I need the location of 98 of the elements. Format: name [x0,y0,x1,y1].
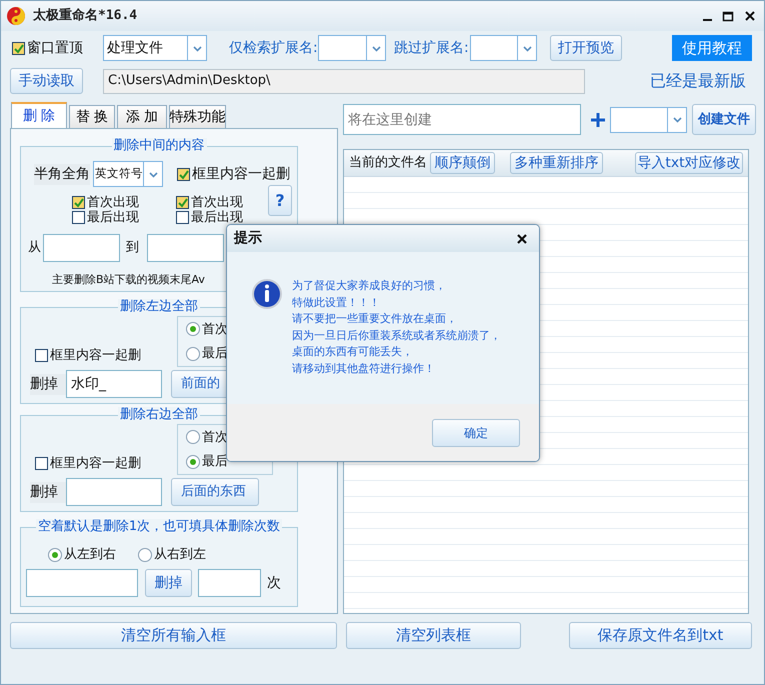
input-field[interactable] [66,478,162,506]
bottom-button[interactable]: 保存原文件名到txt [569,622,752,649]
radio-button[interactable] [48,548,62,562]
dropdown[interactable]: 英文符号 [93,161,163,187]
field-label: 半角全角 [34,164,90,184]
checkbox[interactable] [35,348,48,362]
input-field[interactable] [26,569,138,597]
dropdown[interactable] [470,35,537,61]
message-line: 桌面的东西有可能丢失， [292,344,414,360]
checkbox[interactable] [176,196,189,209]
field-label: 从 [28,239,41,258]
list-button[interactable]: 导入txt对应修改 [635,152,743,174]
radio-button[interactable] [186,346,200,361]
radio-label: 从左到右 [64,547,116,562]
preview-button[interactable]: 打开预览 [550,35,622,61]
radio-label: 最后 [202,346,228,362]
unit-label: 次 [267,574,281,592]
radio-label: 首次 [202,322,228,337]
bottom-button[interactable]: 清空列表框 [346,622,521,649]
version-status: 已经是最新版 [650,70,746,92]
bottom-button[interactable]: 清空所有输入框 [10,622,337,649]
input-field[interactable] [147,234,224,262]
chevron-down-icon [148,170,158,178]
tab[interactable]: 特殊功能 [169,105,226,128]
radio-label: 首次 [202,430,228,445]
check-icon [177,197,188,208]
message-line: 特做此设置！！！ [292,294,381,310]
checkbox[interactable] [177,168,190,180]
list-button[interactable]: 多种重新排序 [510,152,603,174]
create-field[interactable]: 将在这里创建 [343,104,581,135]
ok-button[interactable]: 确定 [432,418,520,446]
window-title: 太极重命名*16.4 [33,6,138,26]
message-line: 请不要把一些重要文件放在桌面， [292,311,458,327]
dropdown[interactable]: 处理文件 [103,35,207,61]
input-field[interactable] [43,234,120,262]
checkbox-label: 最后出现 [191,210,243,225]
read-button[interactable]: 手动读取 [10,68,83,94]
tutorial-button[interactable]: 使用教程 [672,35,752,61]
checkbox-label: 框里内容一起删 [50,348,141,362]
radio-button[interactable] [186,430,200,444]
note-text: 主要删除B站下载的视频末尾Av [52,272,206,288]
checkbox[interactable] [35,456,48,470]
count-field[interactable] [198,569,261,597]
checkbox-label: 窗口置顶 [27,40,83,56]
dropdown[interactable] [318,35,386,61]
group-title: 删除中间的内容 [112,138,206,153]
group-title: 空着默认是删除1次，也可填具体删除次数 [36,519,282,534]
radio-button[interactable] [186,322,200,336]
checkbox-label: 首次出现 [87,195,139,210]
message-line: 因为一旦日后你重装系统或者系统崩溃了， [292,328,501,344]
tab[interactable]: 替 换 [69,105,115,128]
check-icon [178,168,189,180]
checkbox[interactable] [12,42,25,54]
check-icon [13,42,24,54]
chevron-down-icon [672,115,682,124]
field-label: 跳过扩展名: [394,38,470,58]
list-button[interactable]: 顺序颠倒 [430,152,495,174]
close-icon [744,10,756,22]
checkbox-label: 框里内容一起删 [50,456,141,470]
chevron-down-icon [522,44,532,52]
column-header: 当前的文件名 [349,154,427,172]
yin-yang-icon [6,6,26,26]
radio-label: 最后 [202,454,228,470]
minimize-icon [703,19,712,21]
maximize-icon [722,10,734,22]
check-icon [73,197,84,208]
group-title: 删除右边全部 [118,407,200,422]
dialog-title: 提示 [234,229,262,248]
checkbox[interactable] [176,211,189,224]
field-label: 删掉 [30,374,66,394]
checkbox-label: 框里内容一起删 [192,166,290,182]
checkbox-label: 首次出现 [191,195,243,210]
checkbox-label: 最后出现 [87,210,139,225]
tab[interactable]: 添 加 [117,105,167,128]
tab[interactable]: 删 除 [11,102,67,128]
message-line: 请移动到其他盘符进行操作！ [292,360,436,376]
radio-label: 从右到左 [154,547,206,562]
field-label: 到 [126,239,139,258]
field-label: 删掉 [30,482,66,502]
field-label: 仅检索扩展名: [229,38,318,58]
chevron-down-icon [370,44,382,52]
help-button[interactable]: ? [268,185,292,216]
radio-button[interactable] [138,548,152,562]
group-title: 删除左边全部 [118,299,200,314]
close-icon[interactable] [516,232,528,244]
radio-button[interactable] [186,454,200,469]
checkbox[interactable] [72,196,85,209]
chevron-down-icon [192,44,202,52]
path-field[interactable]: C:\Users\Admin\Desktop\ [103,68,585,94]
create-file-button[interactable]: 创建文件 [692,104,756,135]
dropdown[interactable] [610,106,687,132]
checkbox[interactable] [72,211,85,224]
message-line: 为了督促大家养成良好的习惯， [292,278,447,294]
delete-button[interactable]: 删掉 [145,569,192,597]
action-button[interactable]: 后面的东西 [171,478,259,506]
input-field[interactable]: 水印_ [66,370,162,398]
plus-icon [591,112,605,126]
info-icon [251,278,283,310]
